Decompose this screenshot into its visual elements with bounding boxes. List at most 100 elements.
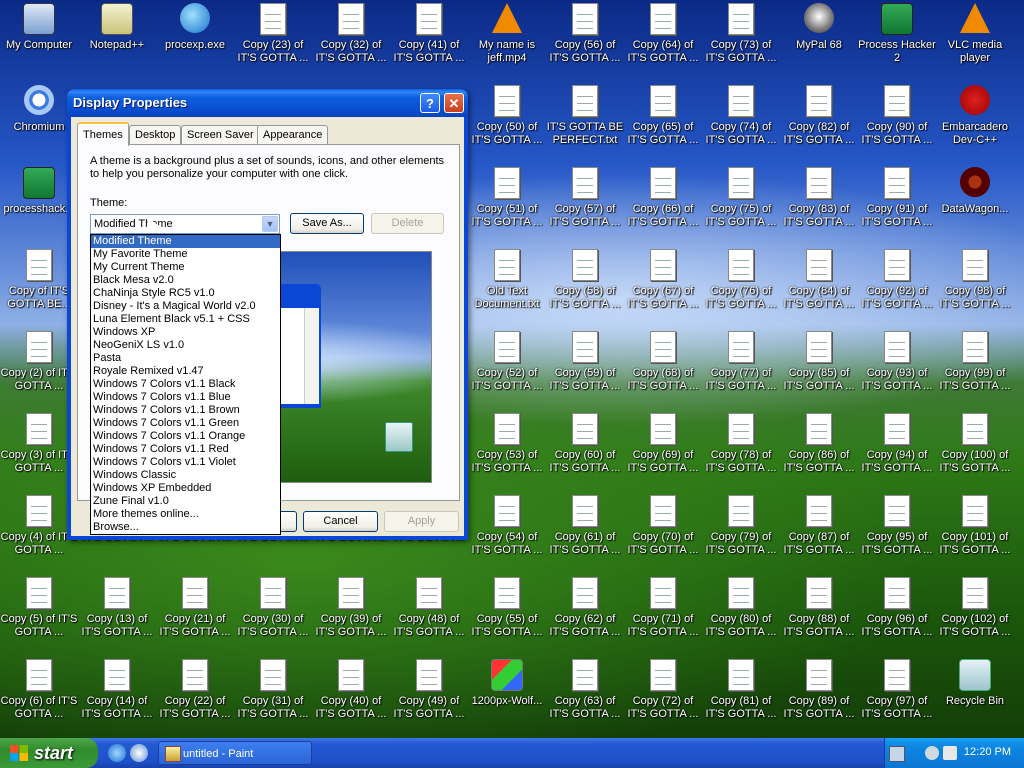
desktop-icon[interactable]: Old Text Document.txt	[468, 248, 546, 311]
save-as-button[interactable]: Save As...	[290, 213, 364, 234]
taskbar-button-paint[interactable]: untitled - Paint	[158, 741, 312, 765]
desktop-icon[interactable]: Copy (76) of IT'S GOTTA ...	[702, 248, 780, 311]
desktop-icon[interactable]: Copy (102) of IT'S GOTTA ...	[936, 576, 1014, 639]
desktop-icon[interactable]: Copy (95) of IT'S GOTTA ...	[858, 494, 936, 557]
desktop-icon[interactable]: Copy (50) of IT'S GOTTA ...	[468, 84, 546, 147]
desktop-icon[interactable]: VLC media player	[936, 2, 1014, 65]
theme-option[interactable]: Windows XP Embedded	[91, 482, 280, 495]
desktop-icon[interactable]: Copy (5) of IT'S GOTTA ...	[0, 576, 78, 639]
theme-option[interactable]: Windows 7 Colors v1.1 Brown	[91, 404, 280, 417]
desktop-icon[interactable]: Copy (74) of IT'S GOTTA ...	[702, 84, 780, 147]
desktop-icon[interactable]: Copy (57) of IT'S GOTTA ...	[546, 166, 624, 229]
dialog-title-bar[interactable]: Display Properties ? ✕	[67, 89, 468, 117]
theme-option[interactable]: Windows 7 Colors v1.1 Violet	[91, 456, 280, 469]
desktop-icon[interactable]: Copy (99) of IT'S GOTTA ...	[936, 330, 1014, 393]
theme-option[interactable]: Browse...	[91, 521, 280, 534]
desktop-icon[interactable]: Copy (84) of IT'S GOTTA ...	[780, 248, 858, 311]
desktop-icon[interactable]: Copy (52) of IT'S GOTTA ...	[468, 330, 546, 393]
desktop-icon[interactable]: Recycle Bin	[936, 658, 1014, 721]
desktop-icon[interactable]: Copy (13) of IT'S GOTTA ...	[78, 576, 156, 639]
desktop-icon[interactable]: Copy (75) of IT'S GOTTA ...	[702, 166, 780, 229]
desktop-icon[interactable]: Copy (58) of IT'S GOTTA ...	[546, 248, 624, 311]
desktop-icon[interactable]: Copy (83) of IT'S GOTTA ...	[780, 166, 858, 229]
desktop-icon[interactable]: Copy (31) of IT'S GOTTA ...	[234, 658, 312, 721]
theme-select[interactable]: Modified Theme ▼	[90, 214, 280, 234]
desktop-icon[interactable]: Copy (55) of IT'S GOTTA ...	[468, 576, 546, 639]
desktop-icon[interactable]: Notepad++	[78, 2, 156, 65]
network-icon[interactable]	[943, 746, 957, 760]
desktop-icon[interactable]: Copy (88) of IT'S GOTTA ...	[780, 576, 858, 639]
start-button[interactable]: start	[0, 738, 98, 768]
desktop-icon[interactable]: Copy (87) of IT'S GOTTA ...	[780, 494, 858, 557]
desktop-icon[interactable]: Copy (48) of IT'S GOTTA ...	[390, 576, 468, 639]
keyboard-icon[interactable]	[889, 746, 905, 762]
desktop-icon[interactable]: Copy (56) of IT'S GOTTA ...	[546, 2, 624, 65]
desktop-icon[interactable]: procexp.exe	[156, 2, 234, 65]
volume-icon[interactable]	[925, 746, 939, 760]
desktop-icon[interactable]: IT'S GOTTA BE PERFECT.txt	[546, 84, 624, 147]
help-button[interactable]: ?	[420, 93, 440, 113]
desktop-icon[interactable]: Copy (14) of IT'S GOTTA ...	[78, 658, 156, 721]
desktop-icon[interactable]: Copy (97) of IT'S GOTTA ...	[858, 658, 936, 721]
theme-option[interactable]: Pasta	[91, 352, 280, 365]
desktop-icon[interactable]: Copy (51) of IT'S GOTTA ...	[468, 166, 546, 229]
desktop-icon[interactable]: Copy (53) of IT'S GOTTA ...	[468, 412, 546, 475]
desktop-icon[interactable]: Copy (49) of IT'S GOTTA ...	[390, 658, 468, 721]
theme-option[interactable]: NeoGeniX LS v1.0	[91, 339, 280, 352]
desktop-icon[interactable]: DataWagon...	[936, 166, 1014, 229]
delete-button[interactable]: Delete	[371, 213, 444, 234]
desktop-icon[interactable]: Copy (77) of IT'S GOTTA ...	[702, 330, 780, 393]
desktop-icon[interactable]: Copy (80) of IT'S GOTTA ...	[702, 576, 780, 639]
cancel-button[interactable]: Cancel	[303, 511, 378, 532]
desktop-icon[interactable]: Copy (22) of IT'S GOTTA ...	[156, 658, 234, 721]
desktop-icon[interactable]: Copy (41) of IT'S GOTTA ...	[390, 2, 468, 65]
desktop-icon[interactable]: Process Hacker 2	[858, 2, 936, 65]
desktop-icon[interactable]: Copy (40) of IT'S GOTTA ...	[312, 658, 390, 721]
desktop-icon[interactable]: Copy (63) of IT'S GOTTA ...	[546, 658, 624, 721]
desktop-icon[interactable]: Copy (54) of IT'S GOTTA ...	[468, 494, 546, 557]
desktop-icon[interactable]: Copy (59) of IT'S GOTTA ...	[546, 330, 624, 393]
desktop-icon[interactable]: Copy (92) of IT'S GOTTA ...	[858, 248, 936, 311]
quick-launch-icon[interactable]	[130, 744, 148, 762]
desktop-icon[interactable]: Copy (69) of IT'S GOTTA ...	[624, 412, 702, 475]
desktop-icon[interactable]: Copy (70) of IT'S GOTTA ...	[624, 494, 702, 557]
theme-option[interactable]: Windows 7 Colors v1.1 Green	[91, 417, 280, 430]
desktop-icon[interactable]: Copy (39) of IT'S GOTTA ...	[312, 576, 390, 639]
chevron-down-icon[interactable]: ▼	[262, 216, 278, 232]
theme-option[interactable]: Windows 7 Colors v1.1 Orange	[91, 430, 280, 443]
tab-desktop[interactable]: Desktop	[129, 125, 182, 144]
tab-themes[interactable]: Themes	[77, 122, 129, 146]
theme-option[interactable]: Black Mesa v2.0	[91, 274, 280, 287]
desktop-icon[interactable]: Copy (100) of IT'S GOTTA ...	[936, 412, 1014, 475]
theme-option[interactable]: Zune Final v1.0	[91, 495, 280, 508]
desktop-icon[interactable]: Copy (79) of IT'S GOTTA ...	[702, 494, 780, 557]
desktop-icon[interactable]: Copy (64) of IT'S GOTTA ...	[624, 2, 702, 65]
desktop-icon[interactable]: MyPal 68	[780, 2, 858, 65]
desktop-icon[interactable]: 1200px-Wolf...	[468, 658, 546, 721]
desktop-icon[interactable]: Copy (94) of IT'S GOTTA ...	[858, 412, 936, 475]
theme-option[interactable]: Luna Element Black v5.1 + CSS	[91, 313, 280, 326]
desktop-icon[interactable]: Copy (101) of IT'S GOTTA ...	[936, 494, 1014, 557]
desktop-icon[interactable]: Embarcadero Dev-C++	[936, 84, 1014, 147]
desktop-icon[interactable]: Copy (90) of IT'S GOTTA ...	[858, 84, 936, 147]
close-button[interactable]: ✕	[444, 93, 464, 113]
desktop-icon[interactable]: Copy (67) of IT'S GOTTA ...	[624, 248, 702, 311]
desktop-icon[interactable]: Copy (23) of IT'S GOTTA ...	[234, 2, 312, 65]
desktop-icon[interactable]: Copy (93) of IT'S GOTTA ...	[858, 330, 936, 393]
desktop-icon[interactable]: Copy (72) of IT'S GOTTA ...	[624, 658, 702, 721]
theme-option[interactable]: Modified Theme	[91, 235, 280, 248]
theme-option[interactable]: Windows 7 Colors v1.1 Black	[91, 378, 280, 391]
theme-option[interactable]: More themes online...	[91, 508, 280, 521]
theme-option[interactable]: Disney - It's a Magical World v2.0	[91, 300, 280, 313]
desktop-icon[interactable]: Copy (85) of IT'S GOTTA ...	[780, 330, 858, 393]
desktop-icon[interactable]: Copy (32) of IT'S GOTTA ...	[312, 2, 390, 65]
desktop-icon[interactable]: Copy (98) of IT'S GOTTA ...	[936, 248, 1014, 311]
desktop-icon[interactable]: Copy (61) of IT'S GOTTA ...	[546, 494, 624, 557]
desktop-icon[interactable]: Copy (21) of IT'S GOTTA ...	[156, 576, 234, 639]
desktop-icon[interactable]: Copy (78) of IT'S GOTTA ...	[702, 412, 780, 475]
tab-screen-saver[interactable]: Screen Saver	[181, 125, 260, 144]
desktop-icon[interactable]: Copy (30) of IT'S GOTTA ...	[234, 576, 312, 639]
theme-option[interactable]: My Current Theme	[91, 261, 280, 274]
tab-appearance[interactable]: Appearance	[257, 125, 329, 144]
desktop-icon[interactable]: Copy (96) of IT'S GOTTA ...	[858, 576, 936, 639]
